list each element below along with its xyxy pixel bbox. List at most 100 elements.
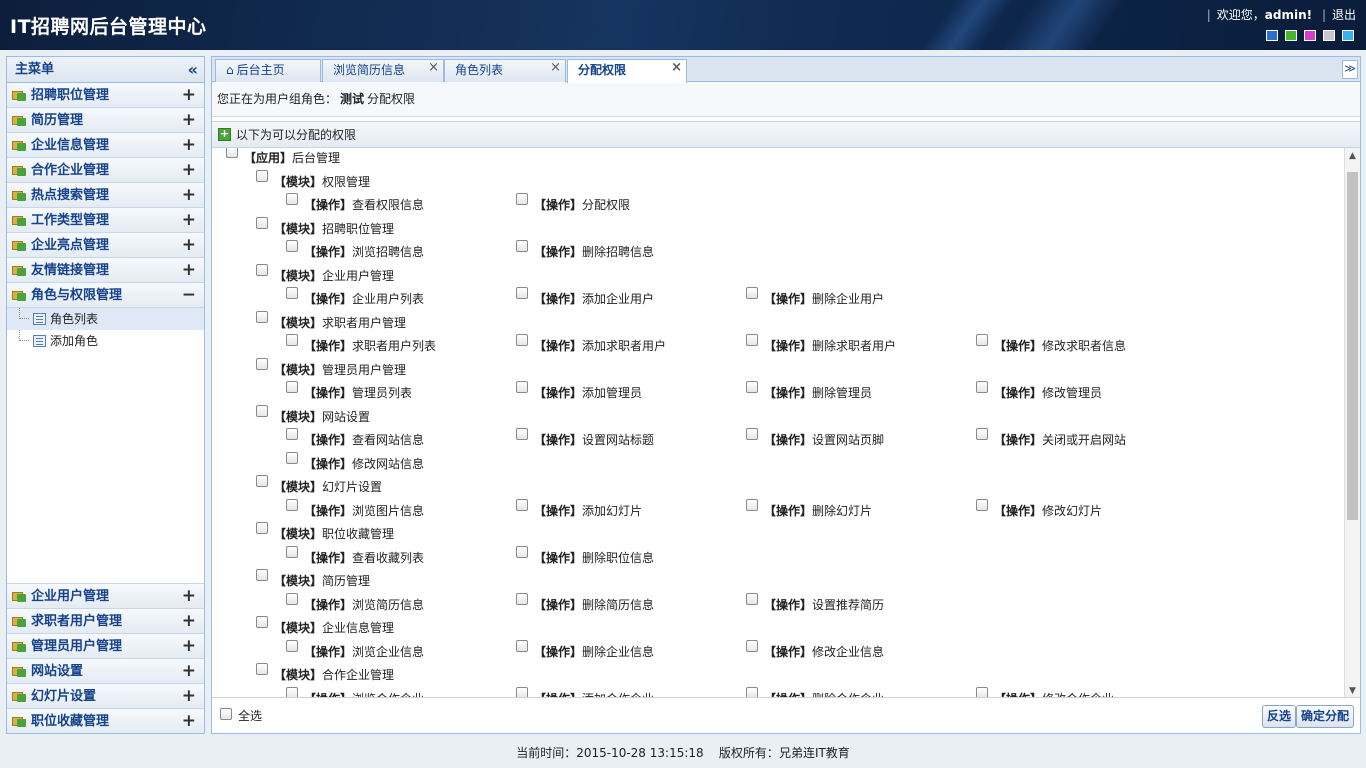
scroll-up-icon[interactable]: ▲	[1345, 148, 1360, 164]
expand-icon[interactable]: +	[182, 108, 196, 133]
collapse-sidebar-icon[interactable]: «	[188, 57, 198, 83]
operation-node-checkbox[interactable]	[746, 334, 758, 346]
menu-item[interactable]: 网站设置 +	[7, 658, 204, 683]
expand-icon[interactable]: +	[182, 634, 196, 659]
operation-node-checkbox[interactable]	[286, 428, 298, 440]
permission-scrollbar[interactable]: ▲ ▼	[1344, 148, 1360, 699]
operation-node-checkbox[interactable]	[746, 381, 758, 393]
close-icon[interactable]: ×	[550, 57, 561, 78]
module-node-checkbox[interactable]	[256, 522, 268, 534]
invert-selection-button[interactable]: 反选	[1261, 705, 1296, 728]
operation-node-checkbox[interactable]	[746, 592, 758, 605]
logout-link[interactable]: 退出	[1332, 8, 1356, 22]
operation-node-checkbox[interactable]	[286, 193, 298, 205]
expand-icon[interactable]: +	[182, 709, 196, 734]
app-node-checkbox[interactable]	[226, 148, 238, 158]
theme-swatch[interactable]	[1323, 30, 1335, 41]
expand-icon[interactable]: +	[182, 584, 196, 609]
scroll-thumb[interactable]	[1347, 172, 1358, 520]
select-all[interactable]: 全选	[220, 707, 262, 724]
tab[interactable]: 浏览简历信息 ×	[322, 59, 444, 82]
collapse-icon[interactable]: −	[182, 283, 196, 308]
select-all-checkbox[interactable]	[220, 708, 232, 720]
operation-node-checkbox[interactable]	[746, 498, 758, 511]
module-node-checkbox[interactable]	[256, 310, 268, 323]
operation-node-checkbox[interactable]	[286, 240, 298, 252]
operation-node-checkbox[interactable]	[516, 193, 528, 205]
confirm-assign-button[interactable]: 确定分配	[1295, 705, 1354, 728]
theme-swatch[interactable]	[1285, 30, 1297, 41]
tab[interactable]: 角色列表 ×	[444, 59, 566, 82]
operation-node-checkbox[interactable]	[286, 498, 298, 511]
module-node-checkbox[interactable]	[256, 569, 268, 581]
operation-node-checkbox[interactable]	[516, 639, 528, 652]
menu-item[interactable]: 企业信息管理 +	[7, 133, 204, 158]
operation-node-checkbox[interactable]	[976, 381, 988, 393]
menu-item[interactable]: 企业亮点管理 +	[7, 233, 204, 258]
close-icon[interactable]: ×	[428, 57, 439, 78]
operation-node-checkbox[interactable]	[286, 287, 298, 299]
module-node-checkbox[interactable]	[256, 404, 268, 417]
menu-item[interactable]: 热点搜索管理 +	[7, 183, 204, 208]
operation-node-checkbox[interactable]	[516, 381, 528, 393]
menu-item[interactable]: 简历管理 +	[7, 108, 204, 133]
module-node-checkbox[interactable]	[256, 216, 268, 229]
tab[interactable]: ⌂ 后台主页	[215, 59, 321, 82]
operation-node-checkbox[interactable]	[516, 498, 528, 511]
operation-node-checkbox[interactable]	[516, 240, 528, 252]
operation-node-checkbox[interactable]	[746, 639, 758, 652]
module-node-name: 幻灯片设置	[322, 480, 383, 494]
expand-icon[interactable]: +	[182, 659, 196, 684]
menu-item[interactable]: 招聘职位管理 +	[7, 83, 204, 108]
module-node-checkbox[interactable]	[256, 616, 268, 628]
operation-node-checkbox[interactable]	[976, 428, 988, 440]
operation-node-checkbox[interactable]	[286, 381, 298, 393]
expand-icon[interactable]: +	[182, 208, 196, 233]
operation-node-checkbox[interactable]	[746, 287, 758, 299]
operation-node-checkbox[interactable]	[286, 451, 298, 464]
menu-item[interactable]: 职位收藏管理 +	[7, 708, 204, 733]
menu-item[interactable]: 友情链接管理 +	[7, 258, 204, 283]
expand-icon[interactable]: +	[182, 609, 196, 634]
module-node-checkbox[interactable]	[256, 475, 268, 487]
menu-item[interactable]: 工作类型管理 +	[7, 208, 204, 233]
expand-icon[interactable]: +	[182, 684, 196, 709]
theme-swatch[interactable]	[1304, 30, 1316, 41]
operation-node-checkbox[interactable]	[516, 334, 528, 346]
operation-node-checkbox[interactable]	[286, 639, 298, 652]
operation-node-checkbox[interactable]	[516, 592, 528, 605]
module-node-checkbox[interactable]	[256, 663, 268, 675]
operation-node-checkbox[interactable]	[286, 592, 298, 605]
menu-item[interactable]: 管理员用户管理 +	[7, 633, 204, 658]
menu-item[interactable]: 企业用户管理 +	[7, 583, 204, 608]
theme-swatch[interactable]	[1266, 30, 1278, 41]
menu-item[interactable]: 合作企业管理 +	[7, 158, 204, 183]
expand-icon[interactable]: +	[182, 133, 196, 158]
menu-item[interactable]: 幻灯片设置 +	[7, 683, 204, 708]
submenu-item[interactable]: 添加角色	[7, 330, 204, 352]
tab[interactable]: 分配权限 ×	[567, 59, 687, 83]
expand-icon[interactable]: +	[182, 258, 196, 283]
expand-icon[interactable]: +	[182, 83, 196, 108]
module-node-checkbox[interactable]	[256, 263, 268, 276]
operation-node-checkbox[interactable]	[286, 334, 298, 346]
expand-icon[interactable]: +	[182, 158, 196, 183]
operation-node-checkbox[interactable]	[516, 428, 528, 440]
operation-node-checkbox[interactable]	[516, 545, 528, 558]
operation-node-checkbox[interactable]	[976, 498, 988, 511]
tab-scroll-icon[interactable]: ≫	[1342, 60, 1358, 79]
expand-icon[interactable]: +	[182, 183, 196, 208]
close-icon[interactable]: ×	[671, 57, 682, 78]
operation-node-checkbox[interactable]	[746, 428, 758, 440]
module-node-checkbox[interactable]	[256, 357, 268, 370]
module-node-checkbox[interactable]	[256, 169, 268, 182]
expand-icon[interactable]: +	[182, 233, 196, 258]
menu-item-label: 招聘职位管理	[31, 88, 110, 103]
theme-swatch[interactable]	[1342, 30, 1354, 41]
menu-item[interactable]: 角色与权限管理 −	[7, 283, 204, 308]
submenu-item[interactable]: 角色列表	[7, 308, 204, 330]
menu-item[interactable]: 求职者用户管理 +	[7, 608, 204, 633]
operation-node-checkbox[interactable]	[516, 287, 528, 299]
operation-node-checkbox[interactable]	[976, 334, 988, 346]
operation-node-checkbox[interactable]	[286, 545, 298, 558]
